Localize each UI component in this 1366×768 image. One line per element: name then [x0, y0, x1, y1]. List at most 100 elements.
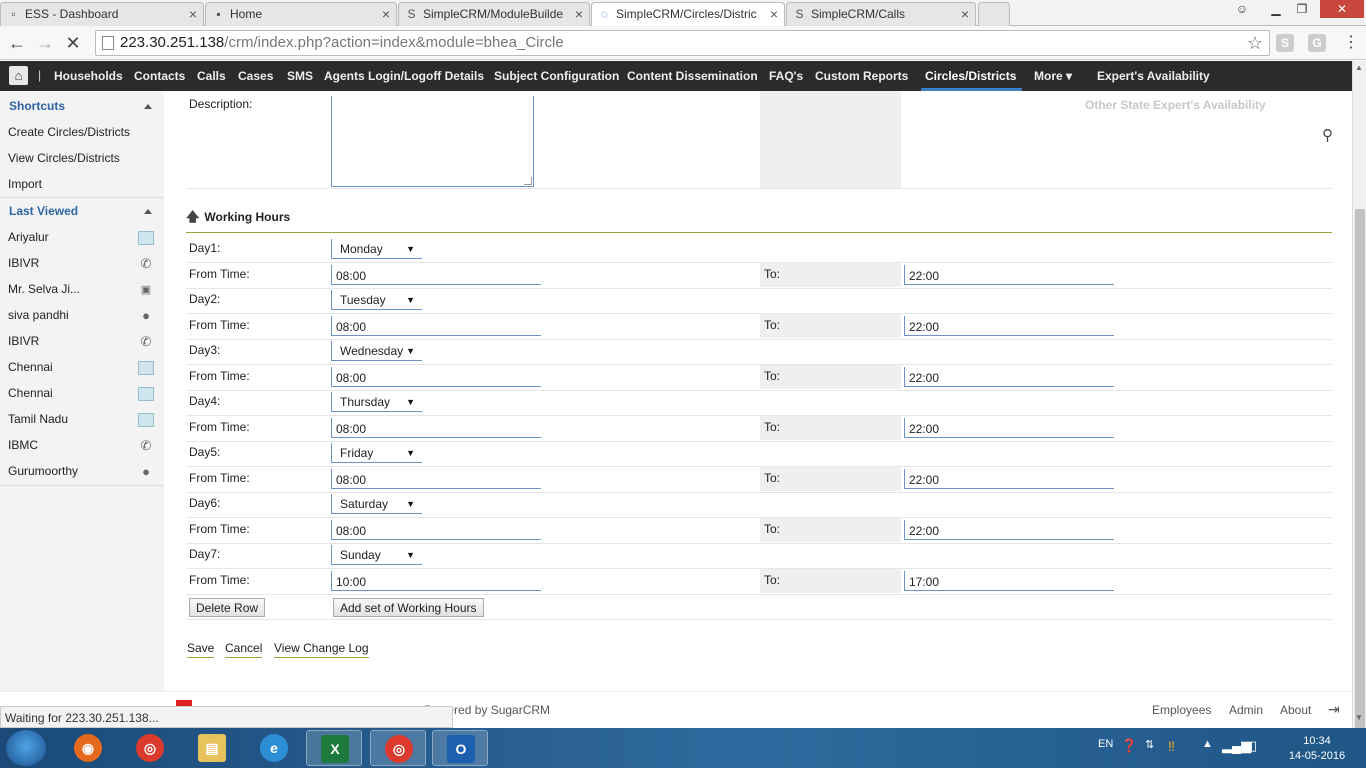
scroll-up-icon[interactable]: ▲	[1355, 63, 1363, 72]
browser-tab[interactable]: S SimpleCRM/ModuleBuilde ×	[398, 2, 590, 26]
vertical-scrollbar[interactable]: ▲ ▼	[1352, 61, 1366, 744]
sidebar-item-import[interactable]: Import	[8, 177, 42, 191]
nav-circles-districts[interactable]: Circles/Districts	[925, 69, 1016, 83]
resize-grip-icon[interactable]	[524, 177, 532, 185]
last-viewed-item[interactable]: Gurumoorthy	[8, 464, 78, 478]
save-button[interactable]: Save	[187, 641, 215, 658]
bookmark-star-icon[interactable]: ☆	[1247, 31, 1263, 55]
browser-tab[interactable]: ▪ Home ×	[205, 2, 397, 26]
working-hours-header[interactable]: 🡅 Working Hours	[186, 208, 290, 230]
close-icon[interactable]: ×	[770, 6, 778, 22]
nav-content-dissemination[interactable]: Content Dissemination	[627, 69, 758, 83]
scroll-thumb[interactable]	[1355, 209, 1365, 744]
url-input[interactable]: 223.30.251.138/crm/index.php?action=inde…	[95, 30, 1270, 56]
network-share-icon[interactable]: ⇅	[1145, 738, 1154, 751]
day-select[interactable]: Sunday ▼	[331, 545, 422, 565]
last-viewed-item[interactable]: Ariyalur	[8, 230, 49, 244]
add-working-hours-button[interactable]: Add set of Working Hours	[333, 598, 484, 617]
taskbar-chrome[interactable]: ◎	[122, 730, 178, 766]
show-hidden-icons[interactable]: ▲	[1202, 738, 1213, 750]
language-indicator[interactable]: EN	[1098, 738, 1113, 750]
browser-tab[interactable]: S SimpleCRM/Calls ×	[786, 2, 976, 26]
shortcuts-header[interactable]: Shortcuts	[9, 99, 65, 113]
browser-tab-active[interactable]: ◌ SimpleCRM/Circles/Distric ×	[591, 2, 785, 27]
last-viewed-item[interactable]: IBIVR	[8, 256, 39, 270]
extension-icon[interactable]: S	[1276, 34, 1294, 52]
day-select[interactable]: Tuesday ▼	[331, 290, 422, 310]
close-icon[interactable]: ×	[189, 6, 197, 22]
restore-button[interactable]: ❐	[1288, 0, 1316, 18]
collapse-caret-icon[interactable]	[144, 104, 152, 109]
last-viewed-item[interactable]: Mr. Selva Ji...	[8, 282, 80, 296]
day-select[interactable]: Thursday ▼	[331, 392, 422, 412]
to-time-input[interactable]: 22:00	[904, 418, 1114, 438]
nav-calls[interactable]: Calls	[197, 69, 226, 83]
system-clock[interactable]: 10:34 14-05-2016	[1288, 734, 1346, 764]
from-time-input[interactable]: 08:00	[331, 265, 541, 285]
taskbar-explorer[interactable]: ▤	[184, 730, 240, 766]
last-viewed-item[interactable]: IBMC	[8, 438, 38, 452]
home-icon[interactable]: ⌂	[9, 66, 28, 85]
day-select[interactable]: Saturday ▼	[331, 494, 422, 514]
nav-households[interactable]: Households	[54, 69, 123, 83]
nav-agents-login[interactable]: Agents Login/Logoff Details	[324, 69, 484, 83]
menu-icon[interactable]: ⋮	[1340, 32, 1362, 54]
from-time-input[interactable]: 08:00	[331, 418, 541, 438]
taskbar-firefox[interactable]: ◉	[60, 730, 116, 766]
to-time-input[interactable]: 22:00	[904, 469, 1114, 489]
user-icon[interactable]: ☺	[1228, 0, 1256, 18]
last-viewed-header[interactable]: Last Viewed	[9, 204, 78, 218]
nav-sms[interactable]: SMS	[287, 69, 313, 83]
day-select[interactable]: Wednesday ▼	[331, 341, 422, 361]
scroll-down-icon[interactable]: ▼	[1355, 713, 1363, 722]
day-select[interactable]: Monday ▼	[331, 239, 422, 259]
close-icon[interactable]: ×	[382, 6, 390, 22]
from-time-input[interactable]: 08:00	[331, 520, 541, 540]
browser-tab[interactable]: ▫ ESS - Dashboard ×	[0, 2, 204, 26]
last-viewed-item[interactable]: Chennai	[8, 386, 53, 400]
from-time-input[interactable]: 08:00	[331, 367, 541, 387]
description-textarea[interactable]	[331, 96, 534, 187]
day-select[interactable]: Friday ▼	[331, 443, 422, 463]
footer-employees-link[interactable]: Employees	[1152, 703, 1211, 717]
delete-row-button[interactable]: Delete Row	[189, 598, 266, 617]
help-icon[interactable]: ❓	[1121, 738, 1137, 754]
to-time-input[interactable]: 22:00	[904, 265, 1114, 285]
last-viewed-item[interactable]: Tamil Nadu	[8, 412, 68, 426]
taskbar-outlook[interactable]: O	[432, 730, 488, 766]
to-time-input[interactable]: 22:00	[904, 316, 1114, 336]
to-time-input[interactable]: 17:00	[904, 571, 1114, 591]
window-close-button[interactable]: ✕	[1320, 0, 1364, 18]
nav-cases[interactable]: Cases	[238, 69, 273, 83]
footer-admin-link[interactable]: Admin	[1229, 703, 1263, 717]
nav-more[interactable]: More ▾	[1034, 69, 1072, 83]
taskbar-ie[interactable]: e	[246, 730, 302, 766]
minimize-button[interactable]: ▁	[1262, 0, 1290, 18]
from-time-input[interactable]: 08:00	[331, 469, 541, 489]
start-button[interactable]	[6, 730, 46, 766]
nav-subject-configuration[interactable]: Subject Configuration	[494, 69, 619, 83]
last-viewed-item[interactable]: Chennai	[8, 360, 53, 374]
nav-experts-availability[interactable]: Expert's Availability	[1097, 69, 1210, 83]
last-viewed-item[interactable]: IBIVR	[8, 334, 39, 348]
sidebar-item-create[interactable]: Create Circles/Districts	[8, 125, 130, 139]
battery-icon[interactable]: ▯	[1250, 738, 1257, 754]
from-time-input[interactable]: 08:00	[331, 316, 541, 336]
nav-faqs[interactable]: FAQ's	[769, 69, 803, 83]
footer-about-link[interactable]: About	[1280, 703, 1311, 717]
sidebar-item-view[interactable]: View Circles/Districts	[8, 151, 120, 165]
cancel-button[interactable]: Cancel	[225, 641, 263, 658]
warning-icon[interactable]: ‼	[1168, 738, 1175, 754]
close-icon[interactable]: ×	[961, 6, 969, 22]
extension-icon[interactable]: G	[1308, 34, 1326, 52]
from-time-input[interactable]: 10:00	[331, 571, 541, 591]
back-icon[interactable]: ←	[6, 32, 28, 54]
taskbar-excel[interactable]: X	[306, 730, 362, 766]
new-tab-button[interactable]	[978, 2, 1010, 26]
taskbar-chrome-active[interactable]: ◎	[370, 730, 426, 766]
close-icon[interactable]: ×	[575, 6, 583, 22]
search-icon[interactable]: ⚲	[1322, 126, 1333, 144]
to-time-input[interactable]: 22:00	[904, 367, 1114, 387]
stop-icon[interactable]: ✕	[62, 32, 84, 54]
nav-custom-reports[interactable]: Custom Reports	[815, 69, 908, 83]
